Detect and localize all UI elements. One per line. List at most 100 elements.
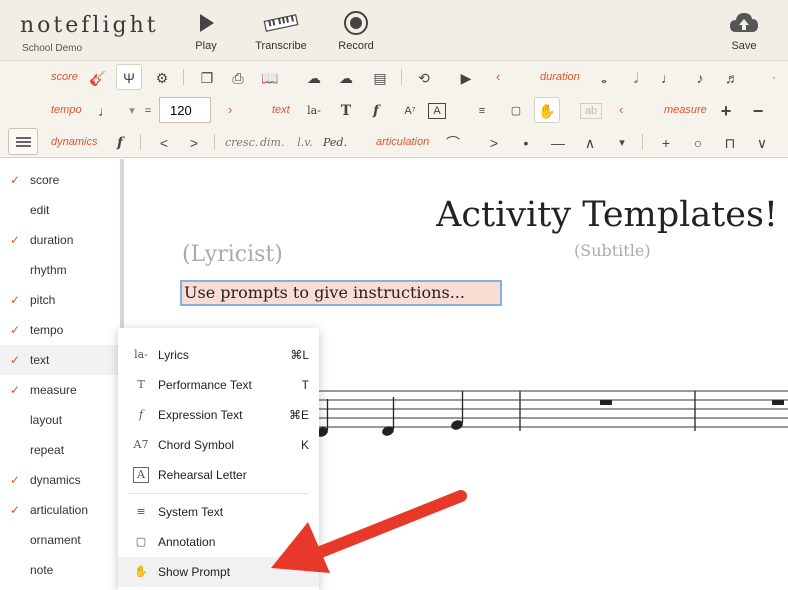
sidebar-item-dynamics[interactable]: ✓ dynamics	[0, 465, 120, 495]
sidebar-item-articulation[interactable]: ✓ articulation	[0, 495, 120, 525]
tempo-section-label: tempo	[51, 104, 82, 116]
sidebar-item-ornament[interactable]: ornament	[0, 525, 120, 555]
chevron-left-icon[interactable]: ‹	[619, 102, 623, 117]
menu-item-shortcut: T	[301, 378, 309, 392]
accent-icon[interactable]: >	[484, 133, 504, 153]
system-text-icon[interactable]: ≡	[472, 101, 492, 121]
sixteenth-note-icon[interactable]: ♬	[722, 68, 742, 88]
staccatissimo-icon[interactable]: ▾	[612, 133, 632, 153]
sidebar-item-rhythm[interactable]: rhythm	[0, 255, 120, 285]
tempo-note-icon[interactable]: ♩	[95, 101, 115, 121]
menu-item-shortcut: K	[300, 438, 309, 452]
down-bow-icon[interactable]: ⊓	[720, 133, 740, 153]
sidebar-item-tempo[interactable]: ✓ tempo	[0, 315, 120, 345]
gear-icon[interactable]: ⚙	[152, 68, 172, 88]
save-button[interactable]: Save	[724, 8, 764, 52]
menu-item-expression-text[interactable]: f Expression Text ⌘E	[118, 400, 319, 430]
cresc-text[interactable]: cresc.	[225, 133, 258, 153]
lyrics-icon[interactable]: la-	[304, 101, 324, 121]
expression-text-icon[interactable]: f	[366, 101, 386, 121]
harmonic-icon[interactable]: ○	[688, 133, 708, 153]
let-vibrate-text[interactable]: l.v.	[295, 133, 315, 153]
dim-text[interactable]: dim.	[260, 133, 285, 153]
menu-item-performance-text[interactable]: T Performance Text T	[118, 370, 319, 400]
sidebar-item-text[interactable]: ✓ text	[0, 345, 120, 375]
prompt-text-box[interactable]: Use prompts to give instructions...	[180, 280, 502, 306]
half-note-icon[interactable]: 𝅗𝅥	[626, 68, 646, 88]
menu-toggle-button[interactable]	[8, 128, 38, 155]
chevron-left-icon[interactable]: ‹	[496, 69, 500, 84]
cloud-upload-small-icon[interactable]: ☁	[304, 68, 324, 88]
menu-item-system-text[interactable]: ≡ System Text	[118, 497, 319, 527]
stopped-icon[interactable]: +	[656, 133, 676, 153]
quarter-note-icon[interactable]: ♩	[658, 68, 678, 88]
eighth-note-icon[interactable]: ♪	[690, 68, 710, 88]
quarter-note[interactable]	[450, 391, 464, 431]
copy-pages-icon[interactable]: ❐	[197, 68, 217, 88]
menu-item-annotation[interactable]: ▢ Annotation	[118, 527, 319, 557]
annotation-icon[interactable]: ▢	[506, 101, 526, 121]
decrescendo-hairpin-icon[interactable]: >	[184, 133, 204, 153]
tenuto-icon[interactable]: —	[548, 133, 568, 153]
score-lyricist[interactable]: (Lyricist)	[182, 242, 283, 267]
whole-rest[interactable]	[772, 400, 784, 405]
sidebar-item-duration[interactable]: ✓ duration	[0, 225, 120, 255]
chevron-right-icon[interactable]: ›	[228, 102, 232, 117]
transcribe-button[interactable]: Transcribe	[252, 8, 310, 52]
play-button[interactable]: Play	[185, 8, 227, 52]
record-button[interactable]: Record	[334, 8, 378, 52]
add-measure-icon[interactable]: +	[716, 101, 736, 121]
menu-item-label: Rehearsal Letter	[158, 468, 247, 482]
crescendo-hairpin-icon[interactable]: <	[154, 133, 174, 153]
print-icon[interactable]: ⎙	[228, 68, 248, 88]
sidebar-item-score[interactable]: ✓ score	[0, 165, 120, 195]
slur-icon[interactable]: ⌒	[440, 133, 466, 153]
book-icon[interactable]: 📖	[260, 68, 280, 88]
lyrics-icon: la-	[134, 348, 148, 361]
sidebar-item-measure[interactable]: ✓ measure	[0, 375, 120, 405]
sidebar-item-label: text	[30, 353, 50, 367]
forte-icon[interactable]: f	[110, 133, 130, 153]
palette-row-dynamics: dynamics f < > cresc. dim. l.v. Ped. art…	[0, 126, 788, 158]
hamburger-line	[16, 145, 31, 147]
sidebar-item-edit[interactable]: edit	[0, 195, 120, 225]
rehearsal-letter-icon[interactable]: A	[428, 103, 446, 119]
sidebar-item-layout[interactable]: layout	[0, 405, 120, 435]
whole-note-icon[interactable]: 𝅝	[594, 68, 614, 88]
score-subtitle[interactable]: (Subtitle)	[574, 241, 651, 260]
tuning-fork-icon[interactable]: Ψ	[119, 68, 139, 88]
check-icon: ✓	[10, 503, 21, 517]
marcato-icon[interactable]: ∧	[580, 133, 600, 153]
guitar-icon[interactable]: 🎸	[88, 68, 108, 88]
menu-item-show-prompt[interactable]: ✋ Show Prompt	[118, 557, 319, 587]
menu-item-rehearsal-letter[interactable]: A Rehearsal Letter	[118, 460, 319, 490]
record-label: Record	[338, 40, 374, 52]
sidebar-item-pitch[interactable]: ✓ pitch	[0, 285, 120, 315]
performance-text-icon[interactable]: T	[336, 101, 356, 121]
menu-item-lyrics[interactable]: la- Lyrics ⌘L	[118, 340, 319, 370]
score-title[interactable]: Activity Templates!	[436, 195, 778, 235]
transcribe-label: Transcribe	[255, 40, 307, 52]
playback-options-icon[interactable]: ▶	[456, 68, 476, 88]
dot-icon[interactable]: ·	[764, 68, 784, 88]
cloud-download-icon[interactable]: ☁	[336, 68, 356, 88]
staccato-icon[interactable]: •	[516, 133, 536, 153]
record-icon	[344, 11, 368, 35]
sidebar-item-note[interactable]: note	[0, 555, 120, 585]
chord-symbol-icon[interactable]: A⁷	[400, 101, 420, 121]
performance-text-icon: T	[137, 378, 145, 391]
quarter-note[interactable]	[381, 397, 395, 437]
remove-measure-icon[interactable]: −	[748, 101, 768, 121]
divider	[183, 69, 184, 85]
ab-icon[interactable]: ab	[580, 103, 602, 119]
export-document-icon[interactable]: ▤	[370, 68, 390, 88]
up-bow-icon[interactable]: ∨	[752, 133, 772, 153]
whole-rest[interactable]	[600, 400, 612, 405]
sidebar-item-repeat[interactable]: repeat	[0, 435, 120, 465]
history-icon[interactable]: ⟲	[414, 68, 434, 88]
pedal-text[interactable]: Ped.	[322, 133, 348, 153]
hand-icon[interactable]: ✋	[537, 101, 557, 121]
tempo-input[interactable]	[159, 97, 211, 123]
menu-item-chord-symbol[interactable]: A7 Chord Symbol K	[118, 430, 319, 460]
menu-item-label: Lyrics	[158, 348, 189, 362]
